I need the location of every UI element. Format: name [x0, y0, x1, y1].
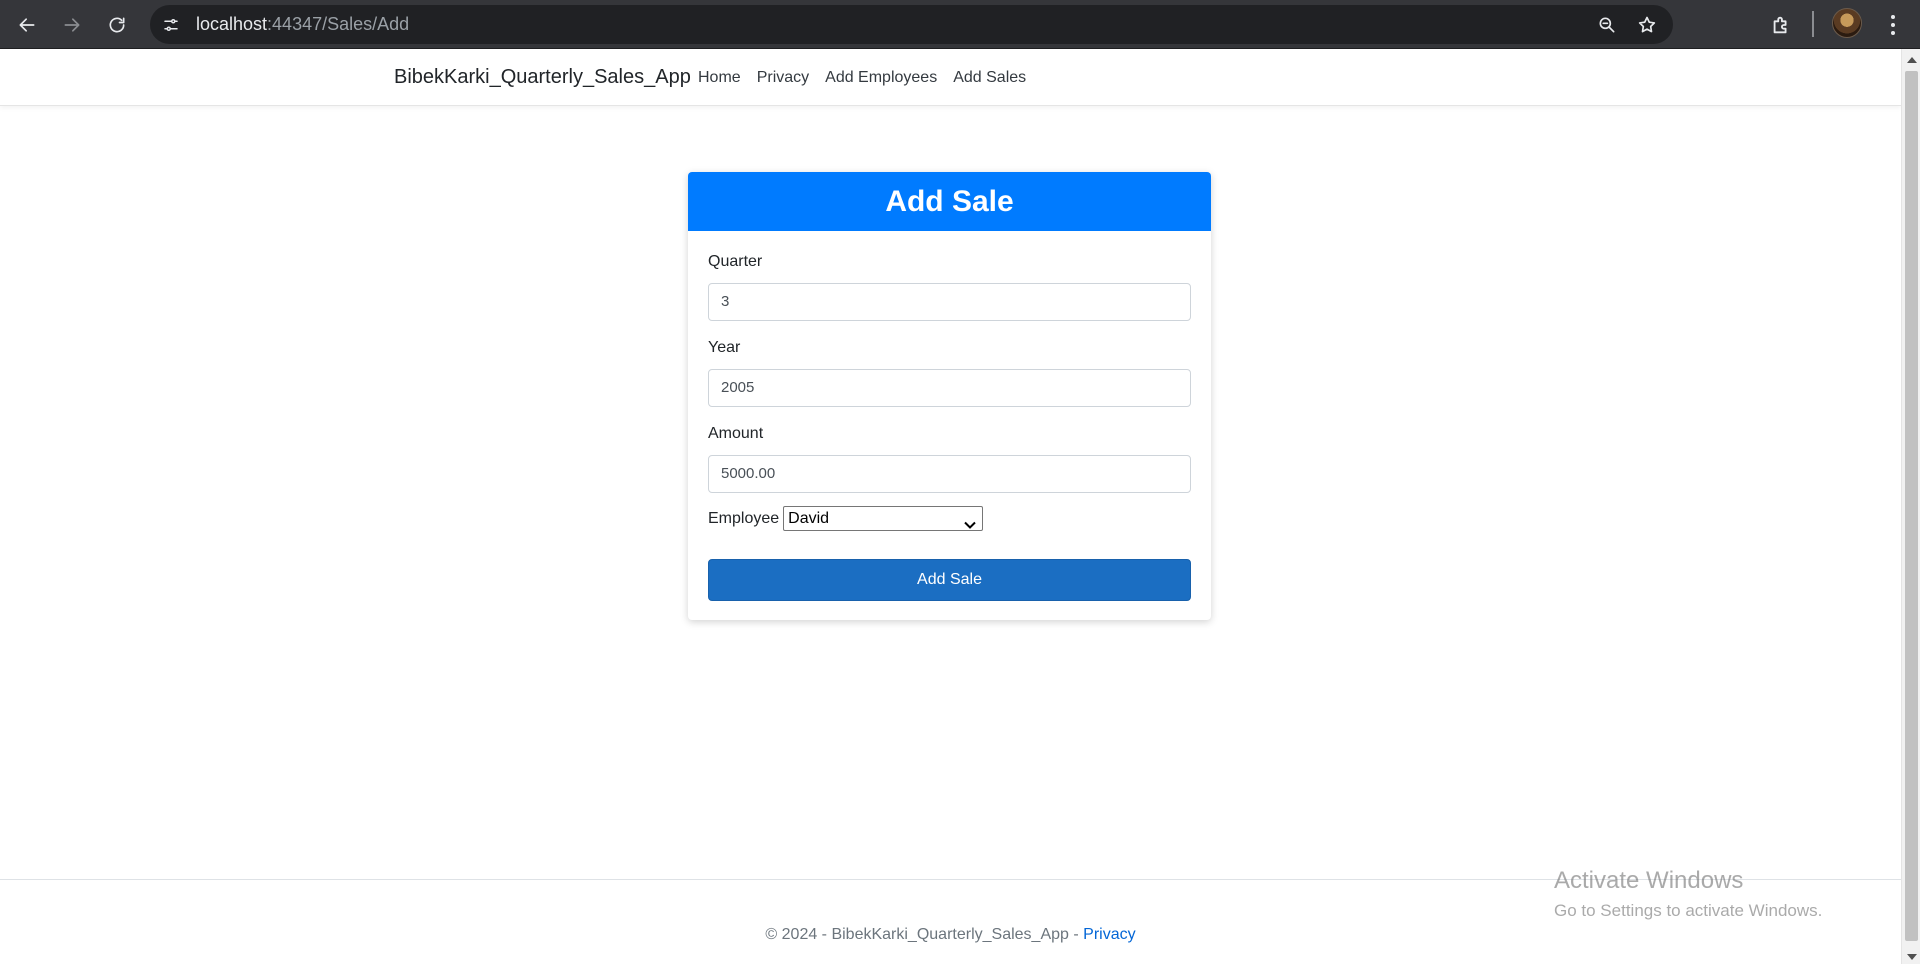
nav-link-home[interactable]: Home: [698, 69, 741, 87]
browser-toolbar: localhost:44347/Sales/Add: [0, 0, 1920, 49]
year-input[interactable]: 2005: [708, 369, 1191, 407]
site-info-button[interactable]: [156, 10, 186, 40]
windows-activation-watermark: Activate Windows Go to Settings to activ…: [1554, 867, 1822, 921]
scroll-down-arrow-icon[interactable]: [1907, 954, 1917, 960]
employee-select[interactable]: David: [783, 506, 984, 531]
add-sale-button[interactable]: Add Sale: [708, 559, 1191, 601]
bookmark-button[interactable]: [1633, 11, 1661, 39]
arrow-left-icon: [19, 18, 35, 32]
star-icon: [1638, 16, 1656, 33]
amount-input[interactable]: 5000.00: [708, 455, 1191, 493]
profile-avatar[interactable]: [1832, 8, 1862, 38]
site-navbar: BibekKarki_Quarterly_Sales_App Home Priv…: [0, 49, 1901, 106]
watermark-subtitle: Go to Settings to activate Windows.: [1554, 901, 1823, 920]
toolbar-divider: [1812, 11, 1814, 37]
employee-label: Employee: [708, 509, 780, 527]
nav-link-add-sales[interactable]: Add Sales: [953, 69, 1026, 87]
url-text[interactable]: localhost:44347/Sales/Add: [196, 14, 409, 35]
watermark-title: Activate Windows: [1554, 867, 1744, 894]
forward-button[interactable]: [55, 8, 89, 42]
zoom-icon: [1599, 17, 1615, 33]
employee-row: Employee David: [708, 506, 984, 531]
reload-button[interactable]: [100, 8, 134, 42]
chevron-down-icon: [964, 514, 976, 537]
navbar-brand[interactable]: BibekKarki_Quarterly_Sales_App: [394, 66, 691, 89]
employee-selected-value: David: [788, 510, 830, 527]
scrollbar-thumb[interactable]: [1905, 71, 1918, 941]
arrow-right-icon: [64, 18, 80, 32]
quarter-label: Quarter: [708, 253, 763, 270]
nav-link-privacy[interactable]: Privacy: [757, 69, 809, 87]
footer-copyright: © 2024 - BibekKarki_Quarterly_Sales_App …: [765, 926, 1084, 943]
footer-text: © 2024 - BibekKarki_Quarterly_Sales_App …: [0, 926, 1901, 944]
more-vert-icon: [1891, 13, 1895, 37]
tune-icon: [164, 19, 178, 31]
url-path: :44347/Sales/Add: [267, 14, 410, 34]
scroll-up-arrow-icon[interactable]: [1907, 57, 1917, 63]
nav-link-add-employees[interactable]: Add Employees: [825, 69, 937, 87]
reload-icon: [109, 17, 125, 33]
footer-privacy-link[interactable]: Privacy: [1083, 926, 1135, 943]
vertical-scrollbar[interactable]: [1901, 49, 1920, 964]
page-viewport: BibekKarki_Quarterly_Sales_App Home Priv…: [0, 49, 1920, 964]
back-button[interactable]: [10, 8, 44, 42]
address-bar[interactable]: localhost:44347/Sales/Add: [150, 5, 1673, 44]
year-label: Year: [708, 339, 741, 356]
url-host: localhost: [196, 14, 268, 34]
puzzle-icon: [1773, 16, 1787, 34]
card-title: Add Sale: [688, 172, 1211, 231]
add-sale-card: Add Sale Quarter 3 Year 2005 Amount 5000…: [688, 172, 1211, 620]
quarter-input[interactable]: 3: [708, 283, 1191, 321]
extensions-button[interactable]: [1764, 8, 1798, 42]
amount-label: Amount: [708, 425, 764, 442]
browser-menu-button[interactable]: [1876, 8, 1910, 42]
zoom-button[interactable]: [1593, 11, 1621, 39]
nav-links: Home Privacy Add Employees Add Sales: [698, 69, 1042, 87]
